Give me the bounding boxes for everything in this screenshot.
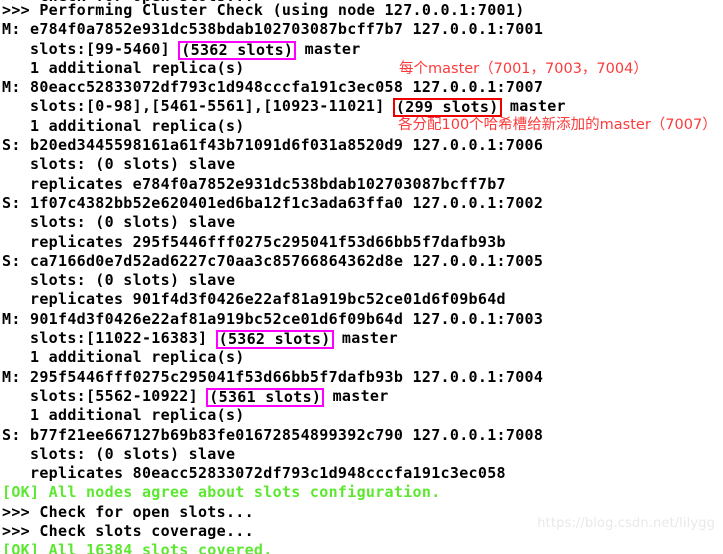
- line-text: slots:[0-98],[5461-5561],[10923-11021]: [2, 97, 394, 116]
- line-text-tail: master: [500, 97, 566, 116]
- terminal-line: [OK] All 16384 slots covered.: [2, 541, 273, 554]
- line-text: slots:[99-5460]: [2, 39, 180, 58]
- terminal-line: 1 additional replica(s): [2, 348, 245, 367]
- terminal-line: 1 additional replica(s): [2, 406, 245, 425]
- terminal-line: slots:[0-98],[5461-5561],[10923-11021] (…: [0, 97, 723, 118]
- watermark: https://blog.csdn.net/lilygg: [537, 516, 715, 531]
- slot-count-highlight: (5362 slots): [215, 330, 334, 350]
- terminal-line: slots: (0 slots) slave: [2, 444, 236, 463]
- terminal-line: >>> Performing Cluster Check (using node…: [2, 1, 525, 19]
- terminal-line: slots: (0 slots) slave: [2, 271, 236, 290]
- terminal-line: M: 295f5446fff0275c295041f53d66bb5f7dafb…: [2, 367, 544, 386]
- annotation-new-master-slots: 各分配100个哈希槽给新添加的master（7007）: [398, 117, 717, 133]
- terminal-line: slots:[99-5460] (5362 slots) master: [0, 39, 723, 60]
- slot-count-highlight: (5362 slots): [178, 40, 297, 60]
- slot-count-highlight: (299 slots): [392, 98, 502, 118]
- slot-count-highlight: (5361 slots): [206, 387, 325, 407]
- terminal-line: [OK] All nodes agree about slots configu…: [2, 483, 441, 502]
- annotation-existing-masters: 每个master（7001，7003，7004）: [399, 61, 648, 77]
- terminal-line: S: 1f07c4382bb52e620401ed6ba12f1c3ada63f…: [2, 193, 544, 212]
- terminal-line: slots:[5562-10922] (5361 slots) master: [0, 386, 723, 407]
- terminal-line: M: e784f0a7852e931dc538bdab102703087bcff…: [2, 20, 544, 39]
- terminal-line: M: 80eacc52833072df793c1d948cccfa191c3ec…: [2, 78, 544, 97]
- terminal-line: replicates 901f4d3f0426e22af81a919bc52ce…: [2, 290, 506, 309]
- line-text-tail: master: [332, 329, 398, 348]
- line-text-tail: master: [323, 386, 389, 405]
- terminal-line: replicates 295f5446fff0275c295041f53d66b…: [2, 232, 506, 251]
- terminal-line: slots: (0 slots) slave: [2, 213, 236, 232]
- terminal-line: S: b77f21ee667127b69b83fe01672854899392c…: [2, 425, 544, 444]
- terminal-line: S: b20ed3445598161a61f43b71091d6f031a852…: [2, 136, 544, 155]
- line-text: slots:[5562-10922]: [2, 386, 208, 405]
- terminal-output: >>> Performing Cluster Check (using node…: [0, 1, 723, 554]
- line-text: slots:[11022-16383]: [2, 329, 217, 348]
- terminal-line: slots: (0 slots) slave: [2, 155, 236, 174]
- terminal-line: replicates e784f0a7852e931dc538bdab10270…: [2, 174, 506, 193]
- terminal-line: S: ca7166d0e7d52ad6227c70aa3c85766864362…: [2, 251, 544, 270]
- line-text-tail: master: [295, 39, 361, 58]
- terminal-line: M: 901f4d3f0426e22af81a919bc52ce01d6f09b…: [2, 309, 544, 328]
- terminal-line: replicates 80eacc52833072df793c1d948cccf…: [2, 464, 506, 483]
- terminal-window[interactable]: >>> Check for open slots... >>> Performi…: [0, 0, 723, 554]
- terminal-line: slots:[11022-16383] (5362 slots) master: [0, 329, 723, 350]
